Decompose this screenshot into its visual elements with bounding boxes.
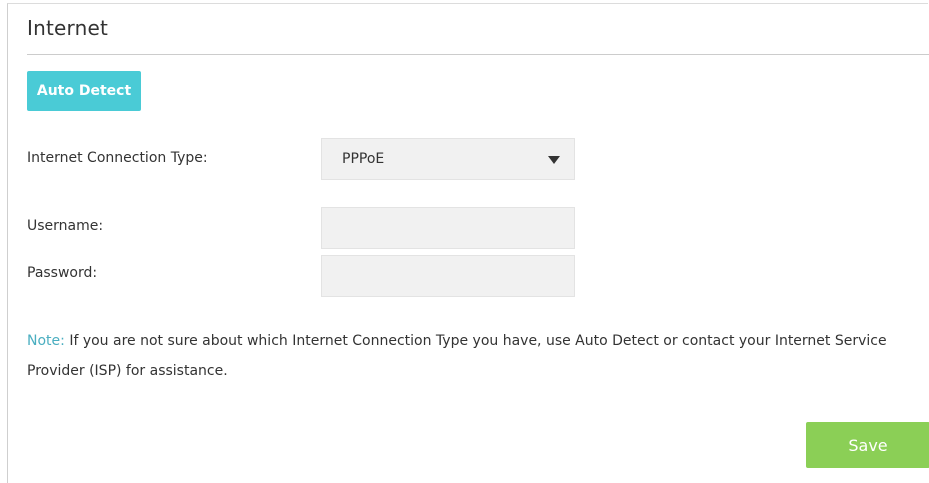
connection-type-label: Internet Connection Type: — [27, 150, 208, 166]
username-label: Username: — [27, 218, 104, 234]
connection-type-value: PPPoE — [342, 151, 385, 167]
connection-type-select[interactable]: PPPoE — [321, 138, 575, 180]
internet-panel: Internet Auto Detect Internet Connection… — [7, 3, 929, 483]
password-label: Password: — [27, 265, 98, 281]
help-note: Note: If you are not sure about which In… — [27, 326, 927, 386]
caret-down-icon — [548, 156, 560, 164]
auto-detect-button[interactable]: Auto Detect — [27, 71, 141, 111]
username-input[interactable] — [321, 207, 575, 249]
section-title: Internet — [27, 16, 109, 40]
note-prefix: Note: — [27, 333, 65, 349]
password-input[interactable] — [321, 255, 575, 297]
note-text: If you are not sure about which Internet… — [27, 333, 887, 379]
title-divider — [27, 54, 929, 55]
save-button[interactable]: Save — [806, 422, 929, 468]
